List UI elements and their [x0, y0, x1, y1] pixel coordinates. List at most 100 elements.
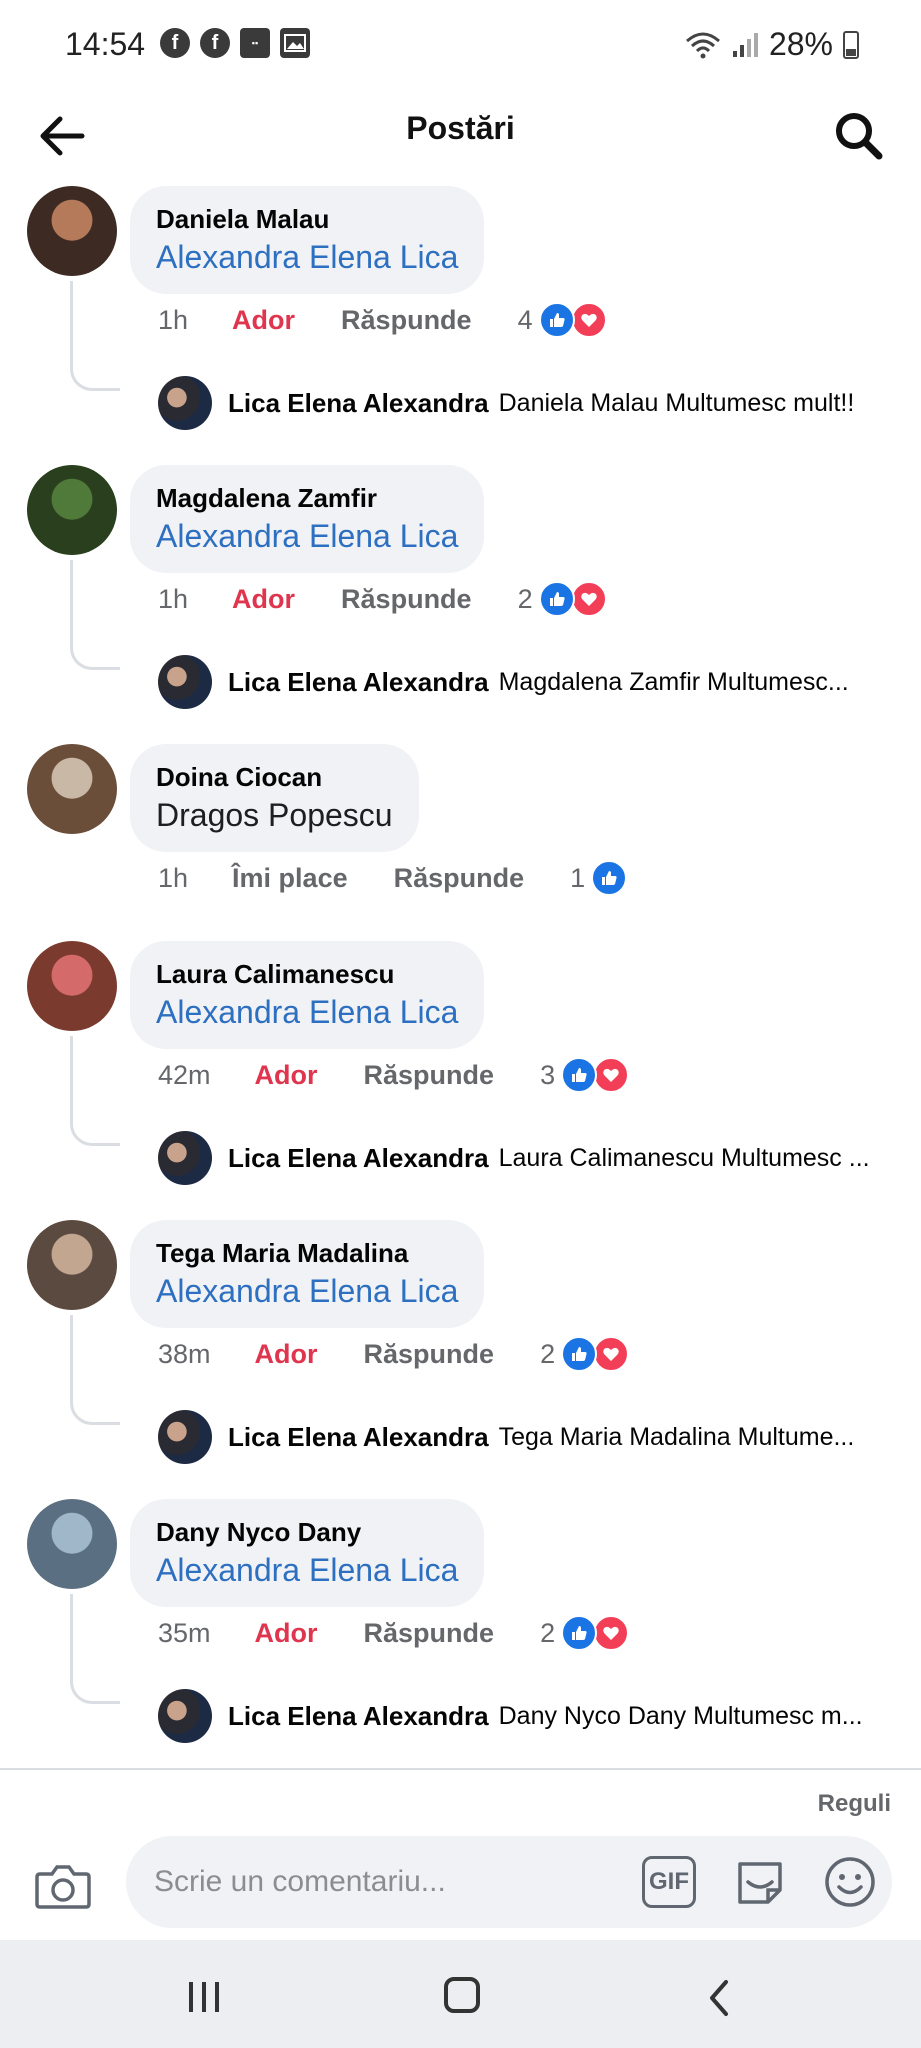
reaction-summary[interactable]: 4 — [518, 302, 607, 338]
react-button[interactable]: Ador — [255, 1339, 318, 1370]
emoji-icon — [825, 1857, 875, 1907]
reply-thread-line — [70, 1594, 120, 1704]
reaction-count: 2 — [540, 1617, 556, 1648]
signal-icon — [732, 32, 758, 57]
reply-author: Lica Elena Alexandra — [228, 1142, 489, 1173]
status-right: 28% — [685, 26, 859, 63]
love-reaction-icon — [593, 1057, 630, 1093]
comment-time: 38m — [158, 1338, 211, 1369]
react-button[interactable]: Ador — [232, 584, 295, 615]
status-bar: 14:54 f f ▪▪ 28% — [0, 0, 921, 88]
react-button[interactable]: Ador — [255, 1060, 318, 1091]
comment-input[interactable] — [154, 1860, 584, 1904]
comment-bubble[interactable]: Daniela Malau Alexandra Elena Lica — [130, 186, 485, 294]
reply-button[interactable]: Răspunde — [341, 584, 472, 615]
comment-actions: 42m Ador Răspunde 3 — [158, 1057, 630, 1093]
reaction-count: 2 — [540, 1338, 556, 1369]
comment-time: 1h — [158, 583, 189, 614]
like-reaction-icon — [538, 581, 575, 617]
reply-author-avatar — [158, 1131, 212, 1185]
comment-mention[interactable]: Alexandra Elena Lica — [156, 991, 458, 1033]
comment-author[interactable]: Dany Nyco Dany — [156, 1515, 458, 1549]
reply-thread-line — [70, 1315, 120, 1425]
sticker-button[interactable] — [732, 1854, 788, 1910]
reply-preview[interactable]: Lica Elena Alexandra Dany Nyco Dany Multu… — [158, 1689, 863, 1743]
comment-time: 42m — [158, 1059, 211, 1090]
comment-text: Dragos Popescu — [156, 797, 393, 833]
camera-button[interactable] — [34, 1860, 92, 1912]
comment-time: 1h — [158, 862, 189, 893]
system-back-button[interactable] — [704, 1978, 734, 2018]
reply-author-avatar — [158, 1410, 212, 1464]
commenter-avatar[interactable] — [27, 1499, 117, 1589]
reply-author: Lica Elena Alexandra — [228, 387, 489, 418]
comment-actions: 1h Ador Răspunde 4 — [158, 302, 607, 338]
sticker-icon — [738, 1862, 782, 1904]
reaction-summary[interactable]: 1 — [570, 860, 628, 896]
reply-thread-line — [70, 1036, 120, 1146]
home-button[interactable] — [444, 1977, 480, 2013]
react-button[interactable]: Îmi place — [232, 863, 348, 894]
reply-text: Tega Maria Madalina Multume... — [498, 1422, 855, 1451]
reply-button[interactable]: Răspunde — [364, 1618, 495, 1649]
comment-author[interactable]: Doina Ciocan — [156, 760, 393, 794]
reply-button[interactable]: Răspunde — [341, 305, 472, 336]
reaction-summary[interactable]: 2 — [540, 1615, 630, 1651]
comment-actions: 38m Ador Răspunde 2 — [158, 1336, 630, 1372]
rules-link[interactable]: Reguli — [818, 1790, 891, 1818]
comment-author[interactable]: Magdalena Zamfir — [156, 481, 458, 515]
gallery-icon — [280, 28, 310, 58]
commenter-avatar[interactable] — [27, 744, 117, 834]
reply-preview[interactable]: Lica Elena Alexandra Daniela Malau Multum… — [158, 376, 854, 430]
comment-time: 1h — [158, 304, 189, 335]
status-notification-icons: f f ▪▪ — [160, 28, 310, 58]
comment-bubble[interactable]: Tega Maria Madalina Alexandra Elena Lica — [130, 1220, 485, 1328]
comment-actions: 1h Ador Răspunde 2 — [158, 581, 607, 617]
comment-bubble[interactable]: Dany Nyco Dany Alexandra Elena Lica — [130, 1499, 485, 1607]
recents-icon — [189, 1982, 219, 2012]
comment-mention[interactable]: Alexandra Elena Lica — [156, 515, 458, 557]
commenter-avatar[interactable] — [27, 186, 117, 276]
search-button[interactable] — [827, 104, 891, 168]
emoji-button[interactable] — [822, 1854, 878, 1910]
app-header: Postări — [0, 88, 921, 188]
comment-time: 35m — [158, 1617, 211, 1648]
commenter-avatar[interactable] — [27, 465, 117, 555]
react-button[interactable]: Ador — [232, 305, 295, 336]
app-badge-icon: ▪▪ — [240, 28, 270, 58]
recents-button[interactable] — [186, 1980, 222, 2014]
gif-button[interactable]: GIF — [642, 1856, 696, 1908]
comment-author[interactable]: Tega Maria Madalina — [156, 1236, 458, 1270]
reply-button[interactable]: Răspunde — [364, 1060, 495, 1091]
reply-author: Lica Elena Alexandra — [228, 666, 489, 697]
reaction-count: 2 — [517, 583, 533, 614]
like-reaction-icon — [561, 1057, 598, 1093]
comment-mention[interactable]: Alexandra Elena Lica — [156, 236, 458, 278]
comment-mention[interactable]: Alexandra Elena Lica — [156, 1270, 458, 1312]
love-reaction-icon — [570, 581, 607, 617]
comment-bubble[interactable]: Laura Calimanescu Alexandra Elena Lica — [130, 941, 485, 1049]
comment-bubble[interactable]: Doina Ciocan Dragos Popescu — [130, 744, 419, 852]
like-reaction-icon — [561, 1615, 598, 1651]
reply-button[interactable]: Răspunde — [364, 1339, 495, 1370]
composer-divider — [0, 1768, 921, 1770]
like-reaction-icon — [591, 860, 628, 896]
comment-author[interactable]: Daniela Malau — [156, 202, 458, 236]
reply-preview[interactable]: Lica Elena Alexandra Laura Calimanescu Mu… — [158, 1131, 870, 1185]
reply-text: Laura Calimanescu Multumesc ... — [498, 1143, 870, 1172]
reply-author: Lica Elena Alexandra — [228, 1421, 489, 1452]
commenter-avatar[interactable] — [27, 1220, 117, 1310]
react-button[interactable]: Ador — [255, 1618, 318, 1649]
reply-preview[interactable]: Lica Elena Alexandra Magdalena Zamfir Mul… — [158, 655, 849, 709]
reply-button[interactable]: Răspunde — [394, 863, 525, 894]
reply-text: Dany Nyco Dany Multumesc m... — [498, 1701, 863, 1730]
reply-preview[interactable]: Lica Elena Alexandra Tega Maria Madalina … — [158, 1410, 854, 1464]
comment-mention[interactable]: Alexandra Elena Lica — [156, 1549, 458, 1591]
reaction-summary[interactable]: 2 — [518, 581, 607, 617]
reaction-summary[interactable]: 2 — [540, 1336, 630, 1372]
reaction-summary[interactable]: 3 — [540, 1057, 630, 1093]
comment-author[interactable]: Laura Calimanescu — [156, 957, 458, 991]
comment-bubble[interactable]: Magdalena Zamfir Alexandra Elena Lica — [130, 465, 485, 573]
commenter-avatar[interactable] — [27, 941, 117, 1031]
reaction-count: 1 — [570, 862, 586, 893]
